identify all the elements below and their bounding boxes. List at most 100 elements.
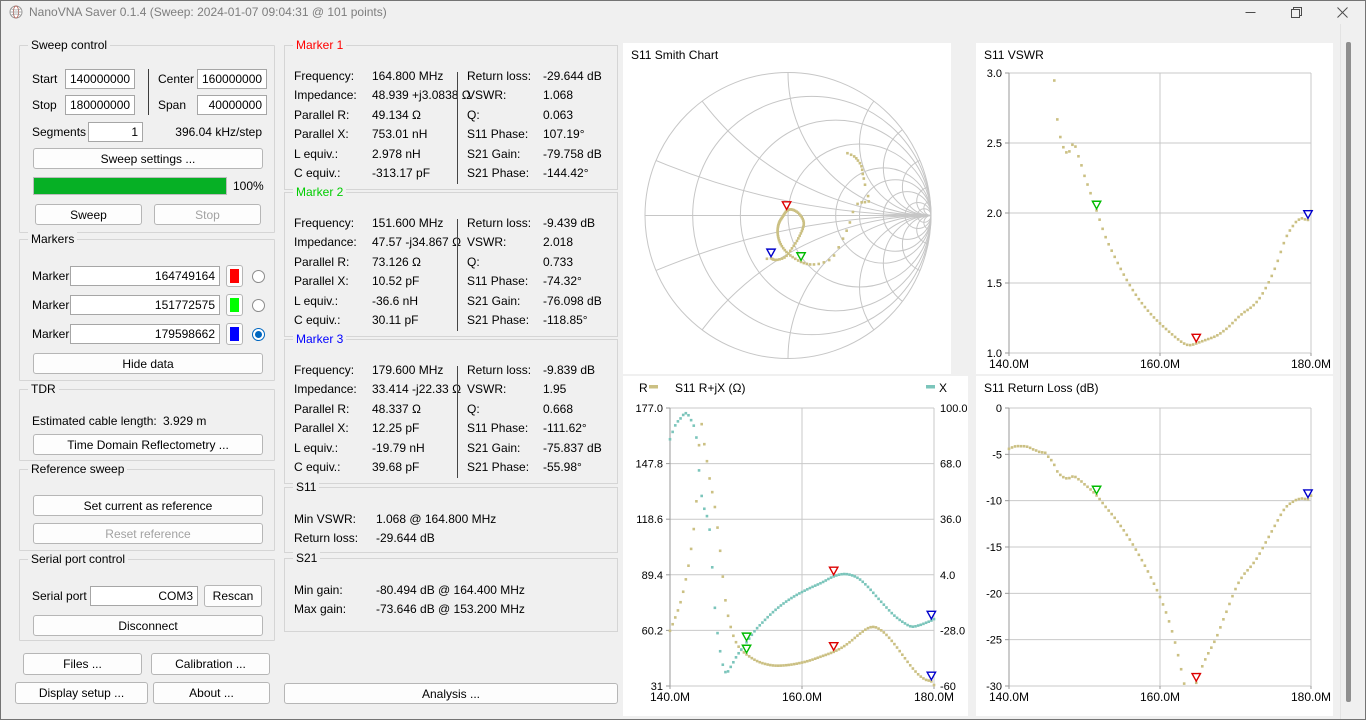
marker-3-row: Marker 3 bbox=[20, 324, 274, 346]
field-value: 753.01 nH bbox=[372, 127, 427, 141]
s11-info-row: Return loss:-29.644 dB bbox=[294, 531, 496, 550]
center-input[interactable] bbox=[197, 69, 267, 89]
field-value: 47.57 -j34.867 Ω bbox=[372, 235, 461, 249]
marker-2-row: Marker 2 bbox=[20, 295, 274, 317]
field-value: 10.52 pF bbox=[372, 274, 419, 288]
set-reference-button[interactable]: Set current as reference bbox=[33, 495, 263, 516]
stop-button[interactable]: Stop bbox=[154, 204, 261, 225]
field-value: 33.414 -j22.33 Ω bbox=[372, 382, 461, 396]
field-value: -118.85° bbox=[543, 313, 588, 327]
field-label: S21 Phase: bbox=[467, 313, 543, 327]
smith-chart-panel[interactable]: S11 Smith Chart bbox=[623, 43, 951, 374]
field-label: S11 Phase: bbox=[467, 127, 543, 141]
segments-input[interactable] bbox=[88, 122, 143, 142]
reset-reference-button[interactable]: Reset reference bbox=[33, 523, 263, 544]
analysis-button[interactable]: Analysis ... bbox=[284, 683, 618, 704]
files-button[interactable]: Files ... bbox=[23, 653, 142, 675]
y-tick-label: 147.8 bbox=[635, 459, 663, 471]
marker-3-frequency-input[interactable] bbox=[70, 324, 220, 344]
center-label: Center bbox=[158, 72, 194, 86]
field-label: Frequency: bbox=[294, 363, 372, 377]
marker-3-triangle[interactable] bbox=[767, 249, 775, 257]
field-label: C equiv.: bbox=[294, 166, 372, 180]
marker-1-data-row: S21 Gain:-79.758 dB bbox=[467, 147, 615, 166]
sweep-settings-button[interactable]: Sweep settings ... bbox=[33, 148, 263, 169]
field-label: Parallel R: bbox=[294, 402, 372, 416]
x-tick-label: 180.0M bbox=[914, 690, 954, 704]
marker-2-data-row: S11 Phase:-74.32° bbox=[467, 274, 615, 293]
rjx-chart-panel[interactable]: 177.0147.8118.689.460.231100.068.036.04.… bbox=[623, 376, 968, 716]
field-label: C equiv.: bbox=[294, 460, 372, 474]
minimize-button[interactable] bbox=[1227, 1, 1273, 23]
marker-2-data-row: C equiv.:30.11 pF bbox=[294, 313, 454, 332]
disconnect-button[interactable]: Disconnect bbox=[33, 615, 263, 636]
display-setup-button[interactable]: Display setup ... bbox=[15, 682, 148, 704]
field-value: -19.79 nH bbox=[372, 441, 425, 455]
marker-1-data-row: L equiv.:2.978 nH bbox=[294, 147, 454, 166]
field-label: Impedance: bbox=[294, 235, 372, 249]
marker-1-frequency-input[interactable] bbox=[70, 266, 220, 286]
vswr-chart-panel[interactable]: 3.02.52.01.51.0140.0M160.0M180.0MS11 VSW… bbox=[976, 43, 1333, 374]
sweep-control-title: Sweep control bbox=[28, 38, 110, 52]
charts-scrollbar-thumb[interactable] bbox=[1346, 42, 1351, 702]
marker-1-triangle[interactable] bbox=[829, 567, 837, 575]
stop-input[interactable] bbox=[65, 95, 135, 115]
x-tick-label: 160.0M bbox=[782, 690, 822, 704]
marker-3-select-radio[interactable] bbox=[252, 328, 265, 341]
marker-1-triangle[interactable] bbox=[829, 643, 837, 651]
y-tick-label: -15 bbox=[986, 542, 1002, 554]
marker-1-color-button[interactable] bbox=[226, 265, 243, 287]
close-button[interactable] bbox=[1319, 1, 1365, 23]
y-tick-label: 89.4 bbox=[642, 570, 663, 582]
field-label: S21 Gain: bbox=[467, 294, 543, 308]
chart-rloss-svg[interactable]: 0-5-10-15-20-25-30140.0M160.0M180.0MS11 … bbox=[976, 376, 1333, 716]
marker-2-frequency-input[interactable] bbox=[70, 295, 220, 315]
return-loss-chart-panel[interactable]: 0-5-10-15-20-25-30140.0M160.0M180.0MS11 … bbox=[976, 376, 1333, 716]
field-value: -144.42° bbox=[543, 166, 589, 180]
chart-vswr-svg[interactable]: 3.02.52.01.51.0140.0M160.0M180.0MS11 VSW… bbox=[976, 43, 1333, 374]
field-label: Return loss: bbox=[467, 69, 543, 83]
about-button[interactable]: About ... bbox=[153, 682, 270, 704]
field-label: L equiv.: bbox=[294, 441, 372, 455]
y-tick-label-right: -28.0 bbox=[940, 625, 965, 637]
field-label: Return loss: bbox=[467, 363, 543, 377]
marker-2-data-row: Impedance:47.57 -j34.867 Ω bbox=[294, 235, 454, 254]
chart-smith-svg[interactable]: S11 Smith Chart bbox=[623, 43, 951, 374]
marker-3-data-row: L equiv.:-19.79 nH bbox=[294, 441, 454, 460]
s21-info-row: Max gain:-73.646 dB @ 153.200 MHz bbox=[294, 602, 525, 621]
chart-title: S11 R+jX (Ω) bbox=[675, 381, 745, 395]
field-value: -75.837 dB bbox=[543, 441, 602, 455]
marker-2-triangle[interactable] bbox=[1092, 201, 1100, 209]
chart-rjx-svg[interactable]: 177.0147.8118.689.460.231100.068.036.04.… bbox=[623, 376, 968, 716]
rescan-button[interactable]: Rescan bbox=[204, 585, 262, 607]
restore-button[interactable] bbox=[1273, 1, 1319, 23]
tdr-button[interactable]: Time Domain Reflectometry ... bbox=[33, 434, 263, 455]
window-title: NanoVNA Saver 0.1.4 (Sweep: 2024-01-07 0… bbox=[29, 5, 387, 19]
marker-2-data-row: Return loss:-9.439 dB bbox=[467, 216, 615, 235]
marker-3-data-row: Parallel R:48.337 Ω bbox=[294, 402, 454, 421]
serial-port-title: Serial port control bbox=[28, 552, 128, 566]
field-label: VSWR: bbox=[467, 88, 543, 102]
marker-3-data-row: Q:0.668 bbox=[467, 402, 615, 421]
y-tick-label: 1.5 bbox=[987, 278, 1002, 290]
field-value: 48.337 Ω bbox=[372, 402, 421, 416]
marker-2-data-row: VSWR:2.018 bbox=[467, 235, 615, 254]
marker-2-select-radio[interactable] bbox=[252, 299, 265, 312]
serial-port-input[interactable] bbox=[90, 586, 198, 606]
marker-3-color-button[interactable] bbox=[226, 323, 243, 345]
marker-2-color-button[interactable] bbox=[226, 294, 243, 316]
start-input[interactable] bbox=[65, 69, 135, 89]
calibration-button[interactable]: Calibration ... bbox=[151, 653, 270, 675]
marker-1-select-radio[interactable] bbox=[252, 270, 265, 283]
charts-scrollbar[interactable] bbox=[1340, 24, 1356, 719]
marker-1-triangle[interactable] bbox=[1192, 334, 1200, 342]
field-label: L equiv.: bbox=[294, 294, 372, 308]
span-input[interactable] bbox=[197, 95, 267, 115]
hide-data-button[interactable]: Hide data bbox=[33, 353, 263, 374]
restore-icon bbox=[1291, 7, 1302, 18]
y-tick-label: -20 bbox=[986, 588, 1002, 600]
sweep-divider bbox=[148, 69, 149, 115]
sweep-button[interactable]: Sweep bbox=[35, 204, 142, 225]
marker-1-triangle[interactable] bbox=[1192, 674, 1200, 682]
marker-3-data-row: VSWR:1.95 bbox=[467, 382, 615, 401]
